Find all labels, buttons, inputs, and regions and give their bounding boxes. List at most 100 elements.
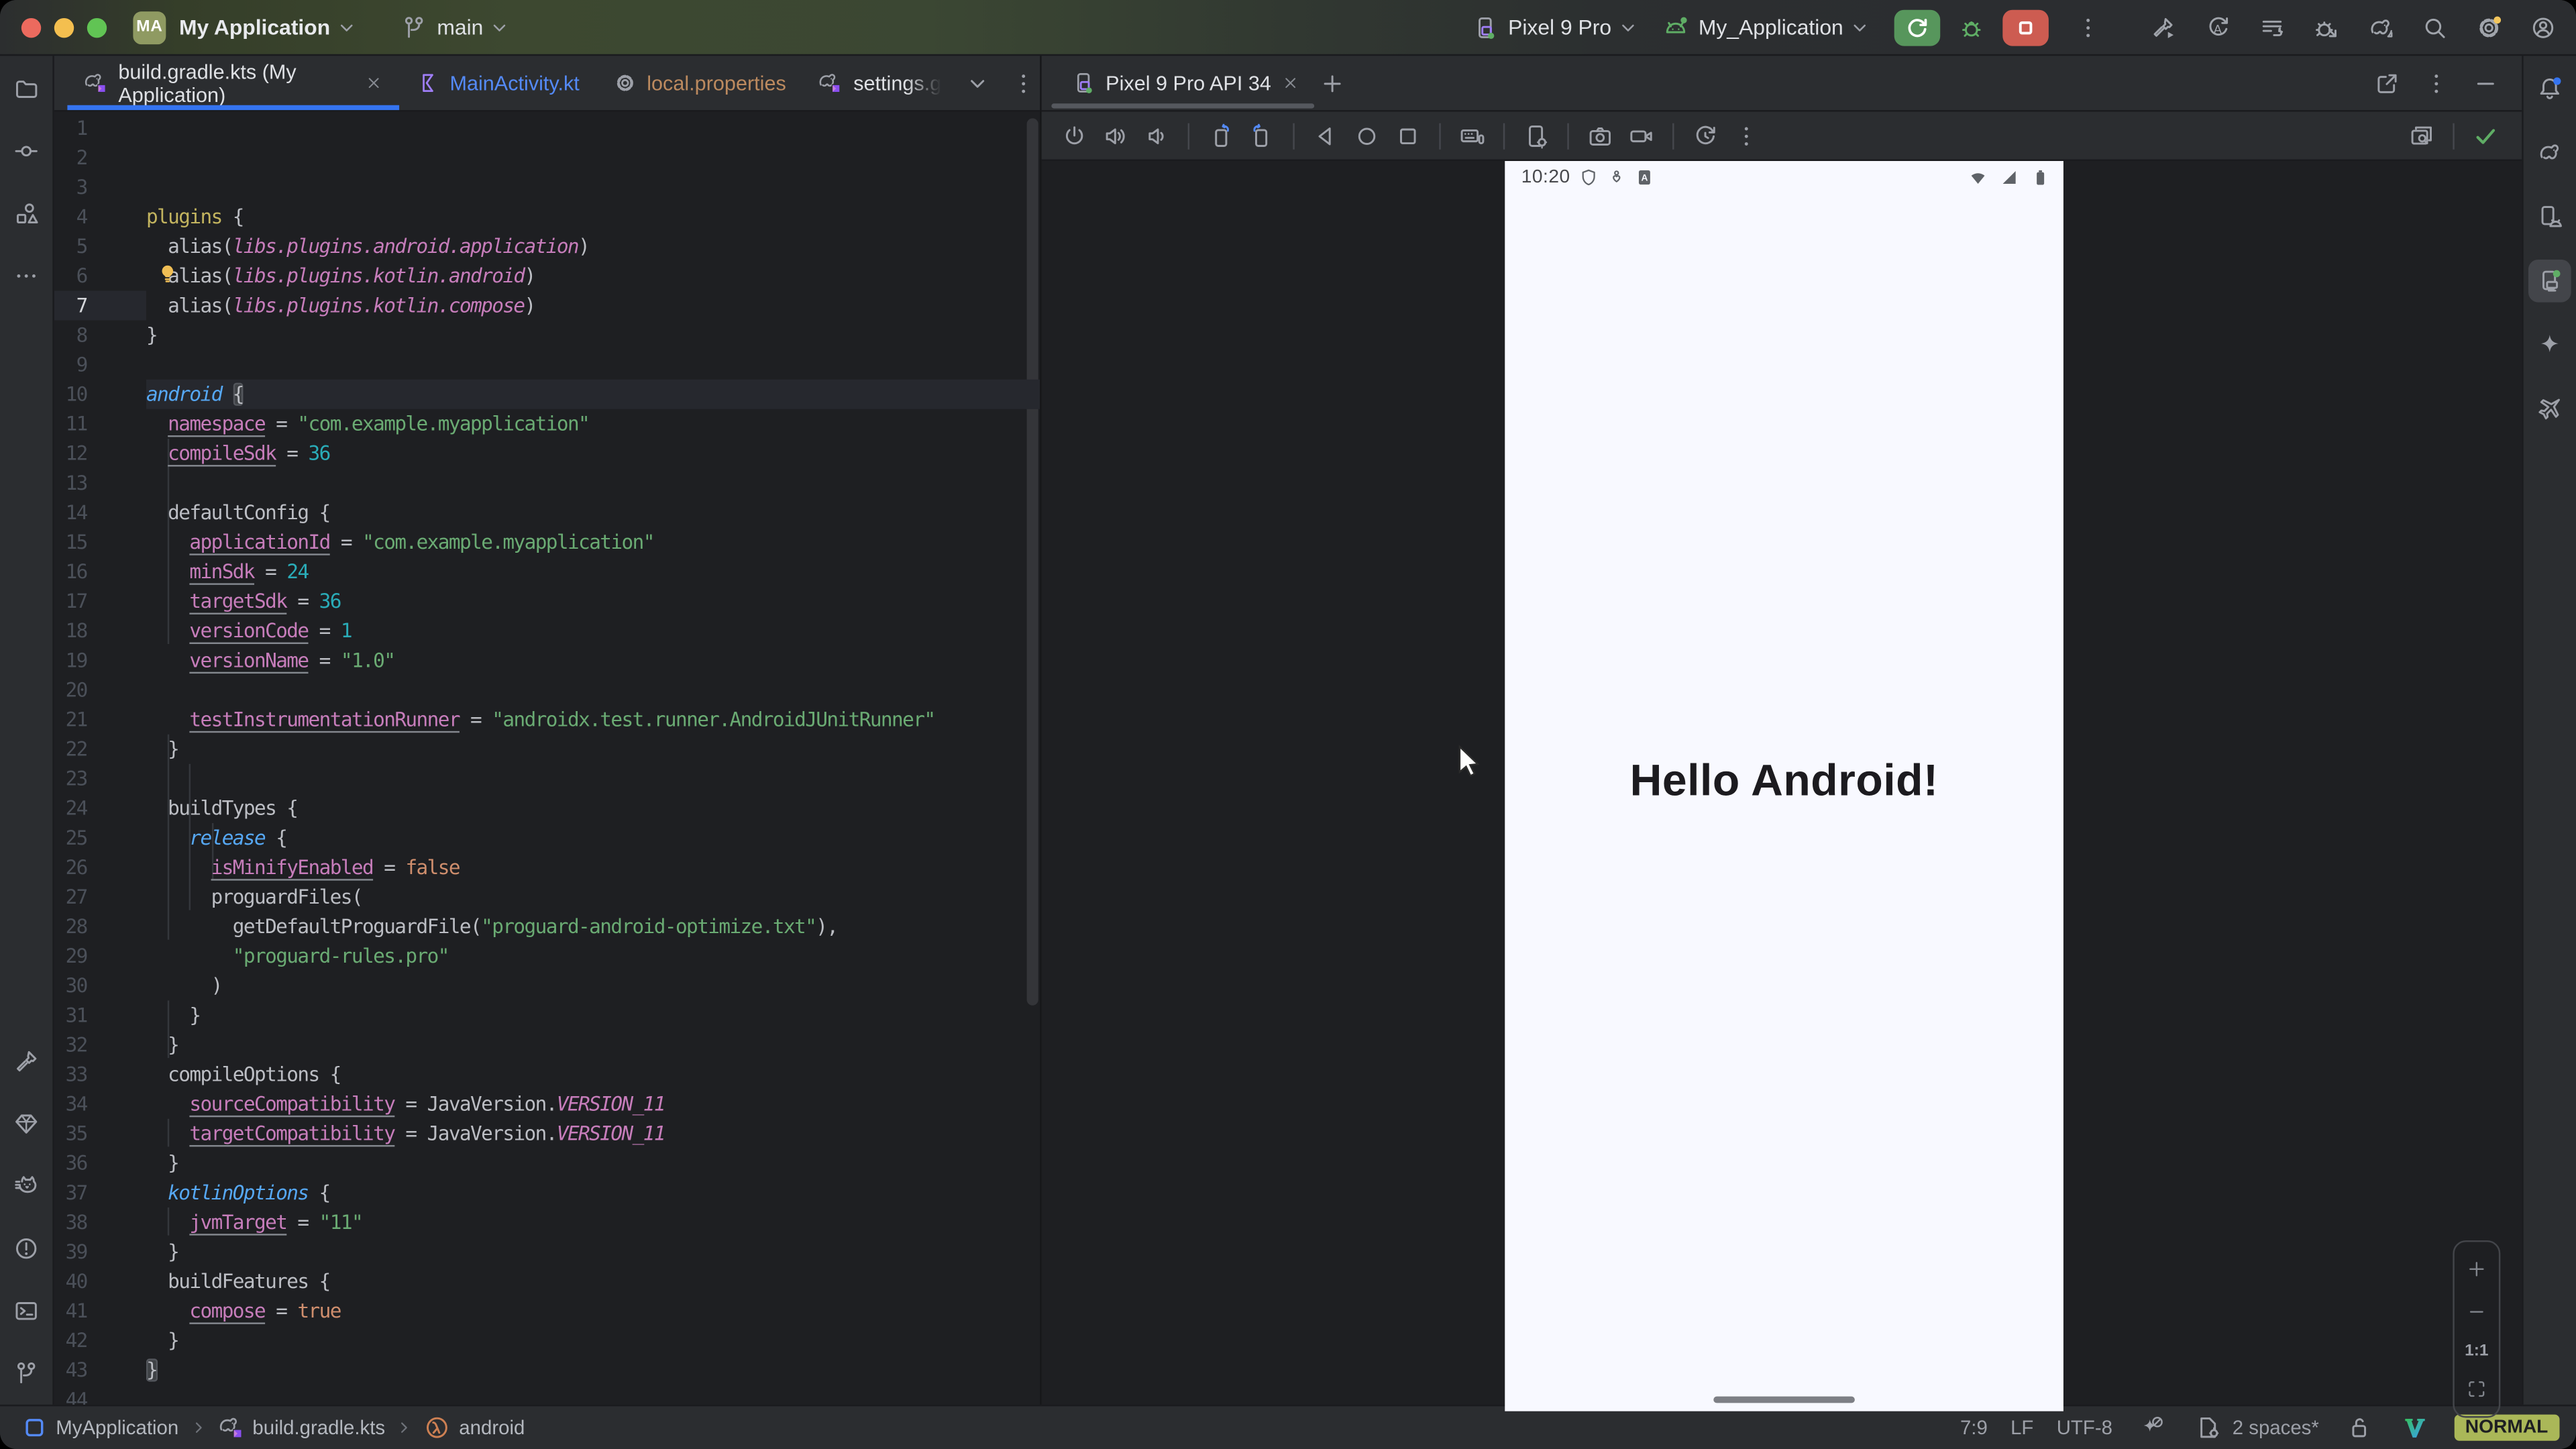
user-profile-icon[interactable] (2527, 11, 2560, 44)
zoom-reset-button[interactable]: 1:1 (2465, 1342, 2488, 1360)
git-branch-icon[interactable] (5, 1352, 48, 1395)
app-inspection-diamond-icon[interactable] (5, 1102, 48, 1145)
code-line[interactable]: } (146, 1326, 1040, 1355)
code-line[interactable]: } (146, 1000, 1040, 1030)
more-vertical-icon[interactable] (1730, 119, 1763, 152)
code-line[interactable]: "proguard-rules.pro" (146, 941, 1040, 971)
code-line[interactable]: sourceCompatibility = JavaVersion.VERSIO… (146, 1089, 1040, 1119)
project-selector[interactable]: My Application (166, 15, 358, 40)
emulator-screen[interactable]: 10:20 A Hello Android! (1505, 161, 2063, 1411)
build-hammer-icon[interactable] (2147, 11, 2180, 44)
gesture-navigation-bar[interactable] (1713, 1395, 1855, 1403)
code-line[interactable]: versionName = "1.0" (146, 645, 1040, 675)
caret-position[interactable]: 7:9 (1960, 1416, 1988, 1439)
minimize-window-button[interactable] (54, 17, 74, 37)
code-line[interactable]: defaultConfig { (146, 498, 1040, 527)
code-line[interactable]: versionCode = 1 (146, 616, 1040, 645)
breadcrumb-module[interactable]: MyApplication (21, 1415, 178, 1441)
device-settings-icon[interactable] (1519, 119, 1552, 152)
intention-lightbulb-icon[interactable] (156, 263, 179, 294)
airplane-icon[interactable] (2528, 388, 2571, 431)
panel-options-button[interactable] (2420, 66, 2453, 99)
code-line[interactable]: testInstrumentationRunner = "androidx.te… (146, 705, 1040, 735)
close-device-tab-button[interactable] (1281, 74, 1299, 92)
close-tab-button[interactable] (364, 74, 382, 92)
code-line[interactable]: alias(libs.plugins.android.application) (146, 231, 1040, 261)
close-window-button[interactable] (21, 17, 41, 37)
logcat-cat-icon[interactable] (5, 1165, 48, 1208)
indent-setting[interactable]: 2 spaces* (2192, 1411, 2319, 1444)
code-line[interactable]: minSdk = 24 (146, 557, 1040, 586)
tab-settings-gradle[interactable]: settings.g (802, 56, 957, 110)
snapshot-restore-icon[interactable] (1689, 119, 1722, 152)
sync-alphabet-icon[interactable]: A (2202, 11, 2235, 44)
code-line[interactable]: compileSdk = 36 (146, 439, 1040, 468)
zoom-in-button[interactable] (2463, 1255, 2489, 1281)
more-horizontal-icon[interactable] (5, 255, 48, 298)
code-line[interactable] (146, 468, 1040, 498)
overview-icon[interactable] (1391, 119, 1424, 152)
code-line[interactable]: proguardFiles( (146, 882, 1040, 912)
rotate-left-icon[interactable] (1204, 119, 1237, 152)
rotate-right-icon[interactable] (1245, 119, 1278, 152)
gradle-elephant-icon[interactable] (2528, 131, 2571, 174)
code-line[interactable]: namespace = "com.example.myapplication" (146, 409, 1040, 439)
branch-selector[interactable]: main (400, 14, 511, 40)
code-line[interactable]: targetCompatibility = JavaVersion.VERSIO… (146, 1119, 1040, 1148)
gemini-sparkle-icon[interactable] (2528, 323, 2571, 366)
line-ending[interactable]: LF (2010, 1416, 2033, 1439)
device-manager-icon[interactable] (2528, 195, 2571, 238)
code-line[interactable]: compose = true (146, 1296, 1040, 1326)
commit-icon[interactable] (5, 129, 48, 172)
unlock-icon[interactable] (2342, 1411, 2375, 1444)
problems-icon[interactable] (5, 1227, 48, 1270)
code-line[interactable]: applicationId = "com.example.myapplicati… (146, 527, 1040, 557)
run-configuration-selector[interactable]: My_Application (1662, 14, 1871, 40)
project-folder-icon[interactable] (5, 67, 48, 110)
vim-mode-badge[interactable]: NORMAL (2454, 1415, 2560, 1441)
tab-local-properties[interactable]: local.properties (596, 56, 802, 110)
tab-scrollbar[interactable] (1051, 103, 1314, 108)
code-line[interactable]: buildTypes { (146, 794, 1040, 823)
file-encoding[interactable]: UTF-8 (2057, 1416, 2112, 1439)
debug-button[interactable] (1955, 11, 1988, 44)
search-icon[interactable] (2418, 11, 2451, 44)
code-line[interactable]: buildFeatures { (146, 1267, 1040, 1296)
code-line[interactable]: } (146, 321, 1040, 350)
code-line[interactable]: isMinifyEnabled = false (146, 853, 1040, 882)
resource-manager-icon[interactable] (5, 193, 48, 235)
code-line[interactable]: alias(libs.plugins.kotlin.compose) (146, 290, 1040, 320)
hidden-tabs-button[interactable] (961, 66, 994, 99)
code-line[interactable]: targetSdk = 36 (146, 586, 1040, 616)
breadcrumb-file[interactable]: build.gradle.kts (218, 1415, 385, 1441)
breadcrumb-block[interactable]: android (425, 1415, 525, 1441)
add-device-tab-button[interactable] (1316, 66, 1348, 99)
power-icon[interactable] (1058, 119, 1091, 152)
ai-disabled-icon[interactable] (2135, 1411, 2168, 1444)
code-line[interactable] (146, 676, 1040, 705)
virtual-input-icon[interactable] (1456, 119, 1489, 152)
bug-arrow-icon[interactable] (2310, 11, 2343, 44)
gradle-elephant-sync-icon[interactable] (2364, 11, 2397, 44)
settings-gear-icon[interactable] (2473, 11, 2506, 44)
terminal-icon[interactable] (5, 1289, 48, 1332)
code-line[interactable] (146, 764, 1040, 794)
tab-mainactivity[interactable]: MainActivity.kt (399, 56, 596, 110)
stop-button[interactable] (2002, 9, 2049, 45)
status-check-icon[interactable] (2469, 119, 2502, 152)
notifications-bell-icon[interactable] (2528, 67, 2571, 110)
tab-emulator-device[interactable]: Pixel 9 Pro API 34 (1055, 56, 1316, 110)
tab-options-button[interactable] (1007, 66, 1040, 99)
hide-panel-button[interactable] (2469, 66, 2502, 99)
device-selector[interactable]: Pixel 9 Pro (1472, 14, 1639, 40)
zoom-out-button[interactable] (2463, 1298, 2489, 1324)
build-hammer-plain-icon[interactable] (5, 1040, 48, 1083)
rerun-button[interactable] (1894, 9, 1941, 45)
logcat-lines-icon[interactable] (2255, 11, 2288, 44)
back-icon[interactable] (1309, 119, 1342, 152)
code-line[interactable]: } (146, 1237, 1040, 1267)
code-line[interactable]: compileOptions { (146, 1060, 1040, 1089)
code-line[interactable]: } (146, 735, 1040, 764)
screenshot-camera-icon[interactable] (1584, 119, 1617, 152)
maximize-window-button[interactable] (87, 17, 107, 37)
